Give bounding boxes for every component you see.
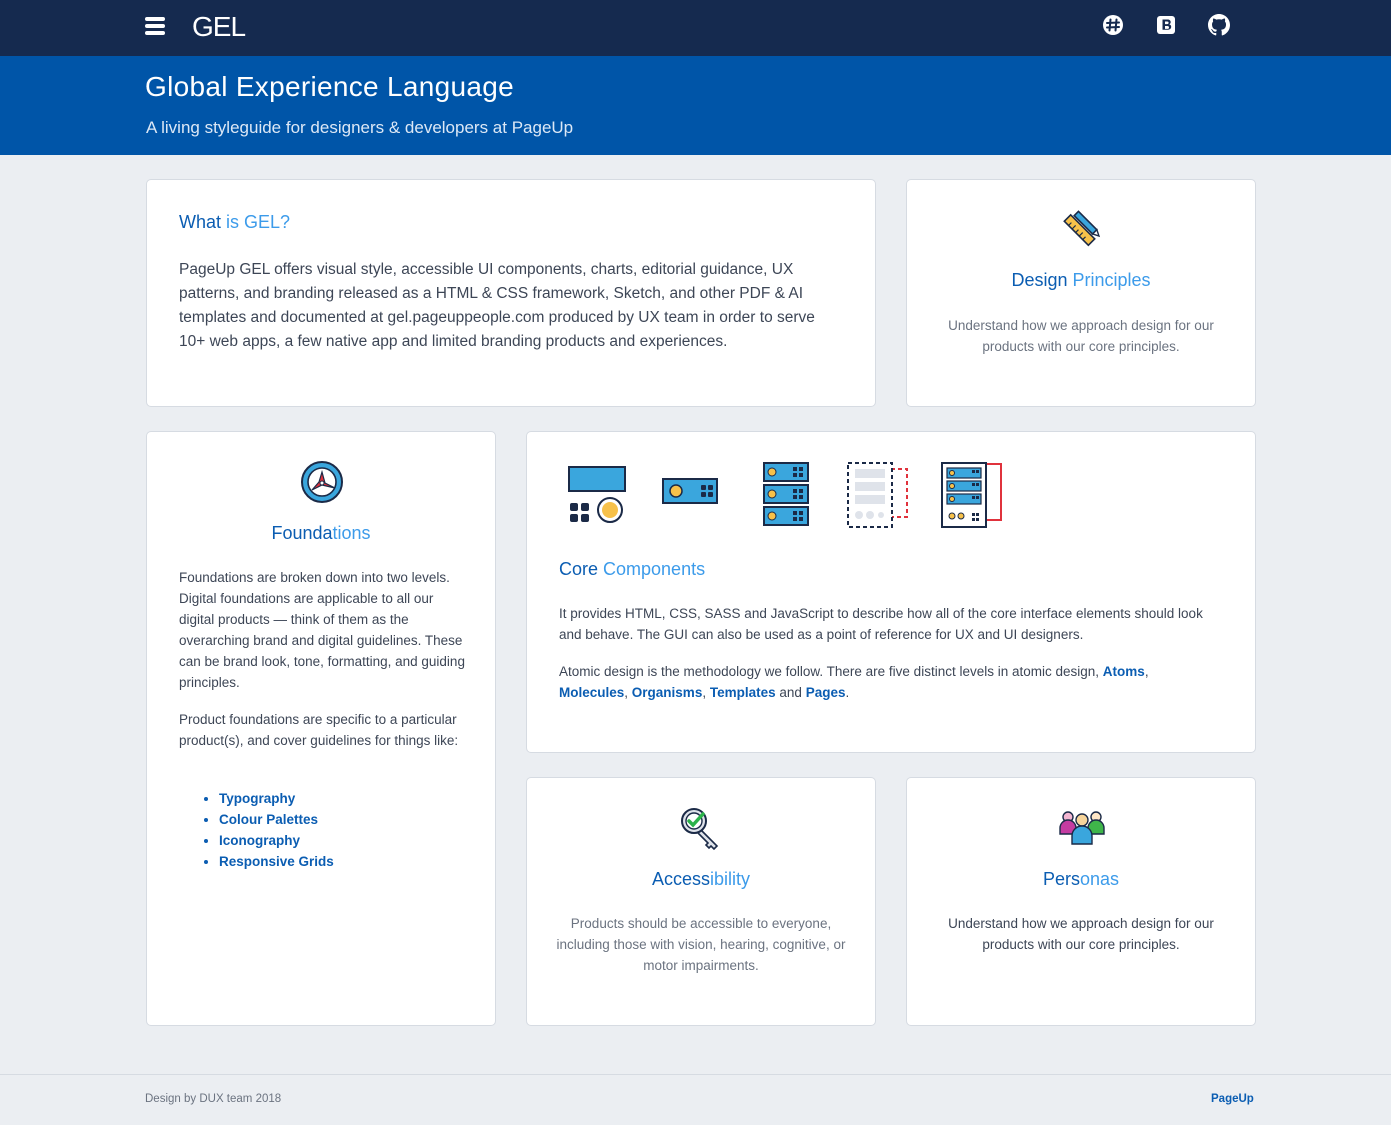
design-principles-title-part2: Principles <box>1072 270 1151 290</box>
core-components-paragraph-1: It provides HTML, CSS, SASS and JavaScri… <box>559 606 1203 642</box>
compass-icon <box>300 460 344 509</box>
page-subtitle: A living styleguide for designers & deve… <box>146 118 574 137</box>
what-is-gel-title-part1: What <box>179 212 227 232</box>
iconography-link[interactable]: Iconography <box>219 833 300 848</box>
atoms-link[interactable]: Atoms <box>1103 664 1145 679</box>
page-title: Global Experience Language <box>145 71 514 102</box>
core-components-card: Core Components It provides HTML, CSS, S… <box>526 431 1256 753</box>
foundations-paragraph-1: Foundations are broken down into two lev… <box>179 570 465 690</box>
accessibility-description: Products should be accessible to everyon… <box>556 916 846 973</box>
slack-icon[interactable] <box>1102 14 1124 36</box>
what-is-gel-description: PageUp GEL offers visual style, accessib… <box>179 261 815 350</box>
foundations-title[interactable]: Foundations <box>147 523 495 544</box>
footer: Design by DUX team 2018 PageUp <box>0 1074 1391 1125</box>
personas-card[interactable]: Personas Understand how we approach desi… <box>906 777 1256 1026</box>
what-is-gel-title: What is GEL? <box>179 212 290 233</box>
github-icon[interactable] <box>1208 14 1230 36</box>
core-components-title-part1: Core <box>559 559 604 579</box>
hero-banner: Global Experience Language A living styl… <box>0 56 1391 155</box>
list-item: Iconography <box>219 830 334 851</box>
organisms-icon <box>761 461 809 532</box>
people-group-icon <box>1059 808 1105 851</box>
atoms-icon <box>567 464 627 529</box>
hamburger-menu-icon[interactable] <box>145 17 165 35</box>
magnifier-key-icon <box>679 806 725 857</box>
core-components-paragraph-2: Atomic design is the methodology we foll… <box>559 664 1149 700</box>
list-item: Typography <box>219 788 334 809</box>
and-text: and <box>779 685 802 700</box>
foundations-title-part2: tions <box>332 523 371 543</box>
organisms-link[interactable]: Organisms <box>632 685 703 700</box>
design-principles-title-part1: Design <box>1011 270 1073 290</box>
top-navbar: GEL <box>0 0 1391 56</box>
personas-title[interactable]: Personas <box>907 869 1255 890</box>
list-item: Responsive Grids <box>219 851 334 872</box>
accessibility-title[interactable]: Accessibility <box>527 869 875 890</box>
foundations-paragraph-2: Product foundations are specific to a pa… <box>179 712 459 748</box>
pencil-ruler-icon <box>1061 208 1103 255</box>
pages-link[interactable]: Pages <box>806 685 846 700</box>
list-item: Colour Palettes <box>219 809 334 830</box>
design-principles-card[interactable]: Design Principles Understand how we appr… <box>906 179 1256 407</box>
gel-logo[interactable]: GEL <box>192 10 246 44</box>
molecules-icon <box>661 476 719 513</box>
typography-link[interactable]: Typography <box>219 791 295 806</box>
footer-credit: Design by DUX team 2018 <box>145 1093 282 1105</box>
personas-title-part2: onas <box>1079 869 1120 889</box>
bootstrap-icon[interactable] <box>1155 14 1177 36</box>
personas-description: Understand how we approach design for ou… <box>948 916 1214 952</box>
accessibility-card[interactable]: Accessibility Products should be accessi… <box>526 777 876 1026</box>
personas-title-part1: Pers <box>1042 869 1080 889</box>
what-is-gel-title-part2: is GEL? <box>226 212 291 232</box>
molecules-link[interactable]: Molecules <box>559 685 624 700</box>
colour-palettes-link[interactable]: Colour Palettes <box>219 812 318 827</box>
foundations-link-list: Typography Colour Palettes Iconography R… <box>219 788 334 872</box>
accessibility-title-part2: ibility <box>710 869 751 889</box>
core-components-title[interactable]: Core Components <box>559 559 705 580</box>
templates-link[interactable]: Templates <box>710 685 776 700</box>
atomic-design-intro: Atomic design is the methodology we foll… <box>559 664 1100 679</box>
pages-icon <box>939 461 1005 534</box>
pageup-link[interactable]: PageUp <box>1211 1093 1254 1105</box>
accessibility-title-part1: Access <box>651 869 710 889</box>
core-components-title-part2: Components <box>603 559 706 579</box>
responsive-grids-link[interactable]: Responsive Grids <box>219 854 334 869</box>
what-is-gel-card: What is GEL? PageUp GEL offers visual st… <box>146 179 876 407</box>
foundations-title-part1: Founda <box>271 523 333 543</box>
design-principles-description: Understand how we approach design for ou… <box>948 318 1214 354</box>
foundations-card: Foundations Foundations are broken down … <box>146 431 496 1026</box>
design-principles-title[interactable]: Design Principles <box>907 270 1255 291</box>
templates-icon <box>845 461 911 534</box>
